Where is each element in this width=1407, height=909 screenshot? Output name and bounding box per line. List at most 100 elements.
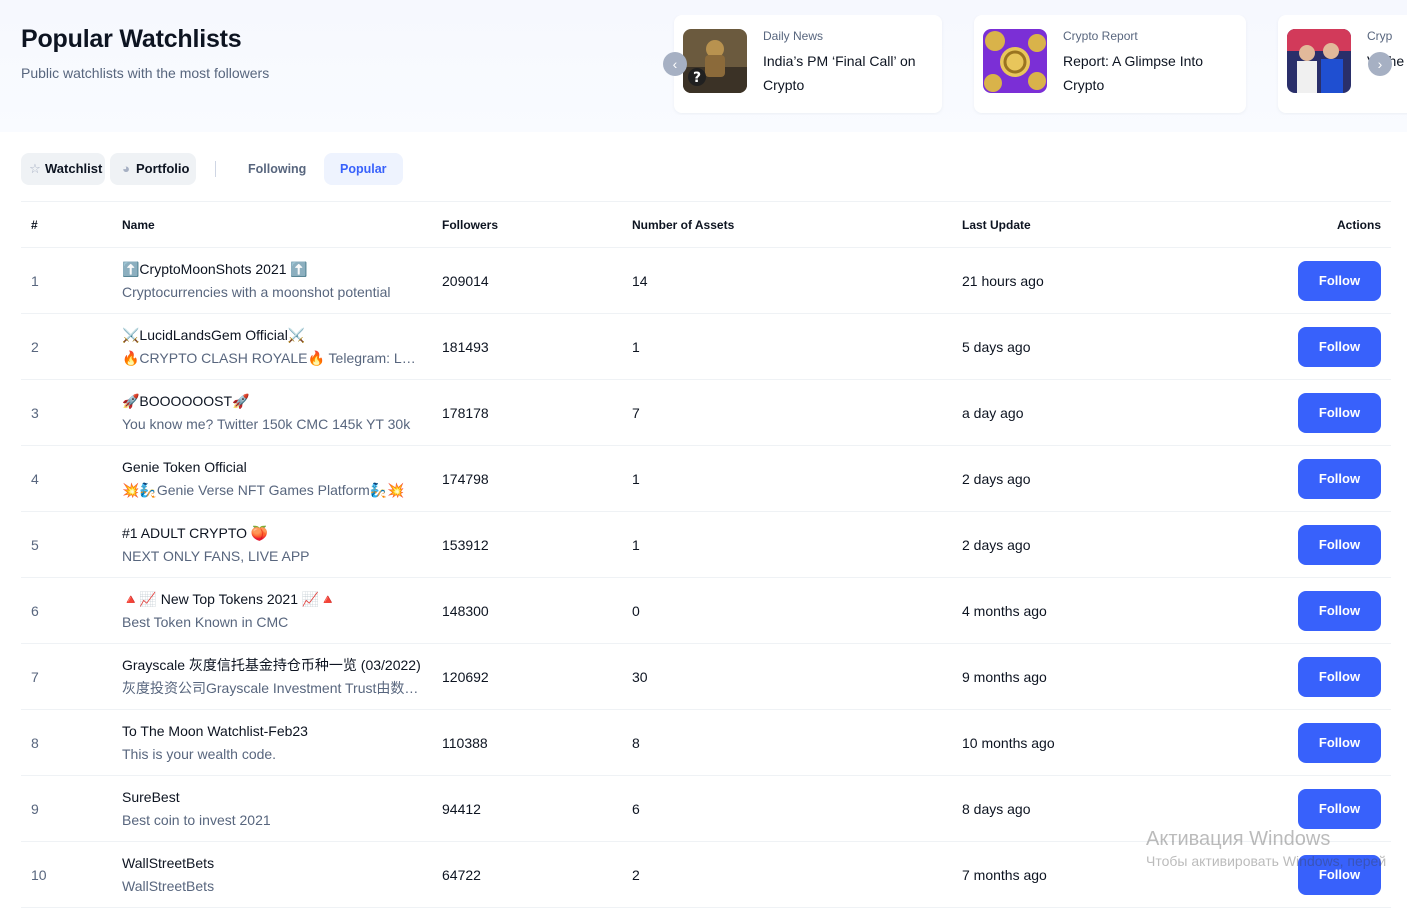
- row-assets: 30: [632, 643, 962, 710]
- watchlist-description: 🔥CRYPTO CLASH ROYALE🔥 Telegram: LucidLan…: [122, 349, 422, 366]
- watchlist-name[interactable]: ⚔️LucidLandsGem Official⚔️: [122, 324, 422, 347]
- row-rank: 7: [21, 643, 122, 710]
- watchlist-description: Cryptocurrencies with a moonshot potenti…: [122, 283, 391, 300]
- chevron-left-icon: ‹: [672, 56, 678, 72]
- table-row[interactable]: 6 🔺📈 New Top Tokens 2021 📈🔺 Best Token Kn…: [21, 577, 1391, 644]
- follow-button[interactable]: Follow: [1298, 392, 1381, 433]
- news-title-2: Report: A Glimpse Into Crypto: [1063, 53, 1204, 93]
- watchlist-description: WallStreetBets: [122, 877, 215, 894]
- header-rank[interactable]: #: [21, 201, 122, 248]
- row-assets: 1: [632, 445, 962, 512]
- row-followers: 148300: [442, 577, 632, 644]
- windows-activation-text: Чтобы активировать Windows, перей: [1146, 853, 1387, 869]
- table-row[interactable]: 3 🚀BOOOOOOST🚀 You know me? Twitter 150k C…: [21, 379, 1391, 446]
- follow-button[interactable]: Follow: [1298, 458, 1381, 499]
- row-followers: 94412: [442, 775, 632, 842]
- row-rank: 6: [21, 577, 122, 644]
- row-followers: 153912: [442, 511, 632, 578]
- watchlist-description: 灰度投资公司Grayscale Investment Trust由数字货币集团: [122, 679, 422, 696]
- pie-chart-icon: ◕: [122, 161, 130, 176]
- news-title-1: India’s PM ‘Final Call’ on Crypto: [763, 53, 916, 93]
- watchlist-name[interactable]: #1 ADULT CRYPTO 🍑: [122, 522, 422, 545]
- watchlist-name[interactable]: 🚀BOOOOOOST🚀: [122, 390, 422, 413]
- table-row[interactable]: 2 ⚔️LucidLandsGem Official⚔️ 🔥CRYPTO CLAS…: [21, 313, 1391, 380]
- tab-portfolio[interactable]: ◕ Portfolio: [110, 153, 196, 185]
- star-icon: ☆: [29, 161, 41, 176]
- page-header: Popular Watchlists Public watchlists wit…: [0, 0, 1407, 132]
- header-followers[interactable]: Followers: [442, 201, 632, 248]
- row-rank: 10: [21, 841, 122, 908]
- follow-button[interactable]: Follow: [1298, 260, 1381, 301]
- watchlist-name[interactable]: To The Moon Watchlist-Feb23: [122, 720, 422, 743]
- row-assets: 14: [632, 247, 962, 314]
- follow-button[interactable]: Follow: [1298, 524, 1381, 565]
- carousel-next-button[interactable]: ›: [1368, 52, 1392, 76]
- table-row[interactable]: 10 WallStreetBets WallStreetBets 64722 2 …: [21, 841, 1391, 908]
- svg-text:?: ?: [693, 70, 701, 86]
- row-last-update: 2 days ago: [962, 445, 1202, 512]
- row-followers: 120692: [442, 643, 632, 710]
- follow-button[interactable]: Follow: [1298, 326, 1381, 367]
- table-header-row: # Name Followers Number of Assets Last U…: [21, 201, 1391, 248]
- watchlist-description: 💥🧞Genie Verse NFT Games Platform🧞💥: [122, 481, 405, 498]
- row-assets: 1: [632, 313, 962, 380]
- table-row[interactable]: 7 Grayscale 灰度信托基金持仓币种一览 (03/2022) 灰度投资公司…: [21, 643, 1391, 710]
- watchlist-name[interactable]: WallStreetBets: [122, 852, 422, 875]
- page-title: Popular Watchlists: [21, 25, 242, 53]
- row-followers: 174798: [442, 445, 632, 512]
- row-rank: 9: [21, 775, 122, 842]
- row-last-update: a day ago: [962, 379, 1202, 446]
- header-assets[interactable]: Number of Assets: [632, 201, 962, 248]
- row-last-update: 21 hours ago: [962, 247, 1202, 314]
- row-last-update: 9 months ago: [962, 643, 1202, 710]
- row-assets: 1: [632, 511, 962, 578]
- row-assets: 6: [632, 775, 962, 842]
- news-category-3: Cryp: [1367, 29, 1393, 43]
- tab-portfolio-label: Portfolio: [136, 161, 190, 176]
- watchlist-name[interactable]: Grayscale 灰度信托基金持仓币种一览 (03/2022): [122, 654, 422, 677]
- watchlist-name[interactable]: ⬆️CryptoMoonShots 2021 ⬆️: [122, 258, 422, 281]
- tab-popular[interactable]: Popular: [324, 153, 403, 185]
- carousel-prev-button[interactable]: ‹: [663, 52, 687, 76]
- watchlist-description: You know me? Twitter 150k CMC 145k YT 30…: [122, 415, 411, 432]
- news-thumbnail-1: ?: [683, 29, 747, 93]
- watchlist-name[interactable]: 🔺📈 New Top Tokens 2021 📈🔺: [122, 588, 422, 611]
- news-card-2[interactable]: Crypto Report Report: A Glimpse Into Cry…: [974, 15, 1246, 113]
- table-row[interactable]: 4 Genie Token Official 💥🧞Genie Verse NFT …: [21, 445, 1391, 512]
- page-subtitle: Public watchlists with the most follower…: [21, 65, 270, 81]
- row-followers: 110388: [442, 709, 632, 776]
- row-rank: 3: [21, 379, 122, 446]
- watchlist-name[interactable]: SureBest: [122, 786, 422, 809]
- header-name[interactable]: Name: [122, 201, 442, 248]
- table-row[interactable]: 5 #1 ADULT CRYPTO 🍑 NEXT ONLY FANS, LIVE …: [21, 511, 1391, 578]
- row-last-update: 4 months ago: [962, 577, 1202, 644]
- news-thumbnail-2: [983, 29, 1047, 93]
- row-rank: 4: [21, 445, 122, 512]
- table-row[interactable]: 1 ⬆️CryptoMoonShots 2021 ⬆️ Cryptocurrenc…: [21, 247, 1391, 314]
- header-last-update[interactable]: Last Update: [962, 201, 1202, 248]
- watchlist-description: Best coin to invest 2021: [122, 811, 271, 828]
- watchlist-description: This is your wealth code.: [122, 745, 277, 762]
- tab-watchlist[interactable]: ☆ Watchlist: [21, 153, 105, 185]
- follow-button[interactable]: Follow: [1298, 656, 1381, 697]
- header-actions: Actions: [1202, 201, 1391, 248]
- row-last-update: 5 days ago: [962, 313, 1202, 380]
- follow-button[interactable]: Follow: [1298, 722, 1381, 763]
- watchlist-table: # Name Followers Number of Assets Last U…: [21, 201, 1391, 908]
- row-assets: 0: [632, 577, 962, 644]
- row-rank: 5: [21, 511, 122, 578]
- news-thumbnail-3: [1287, 29, 1351, 93]
- row-assets: 2: [632, 841, 962, 908]
- row-rank: 1: [21, 247, 122, 314]
- news-card-1[interactable]: ? Daily News India’s PM ‘Final Call’ on …: [674, 15, 942, 113]
- row-followers: 209014: [442, 247, 632, 314]
- row-assets: 8: [632, 709, 962, 776]
- watchlist-name[interactable]: Genie Token Official: [122, 456, 422, 479]
- follow-button[interactable]: Follow: [1298, 590, 1381, 631]
- tab-following[interactable]: Following: [232, 153, 322, 185]
- tab-divider: [215, 161, 216, 177]
- table-row[interactable]: 8 To The Moon Watchlist-Feb23 This is you…: [21, 709, 1391, 776]
- watchlist-description: NEXT ONLY FANS, LIVE APP: [122, 547, 310, 564]
- follow-button[interactable]: Follow: [1298, 788, 1381, 829]
- row-assets: 7: [632, 379, 962, 446]
